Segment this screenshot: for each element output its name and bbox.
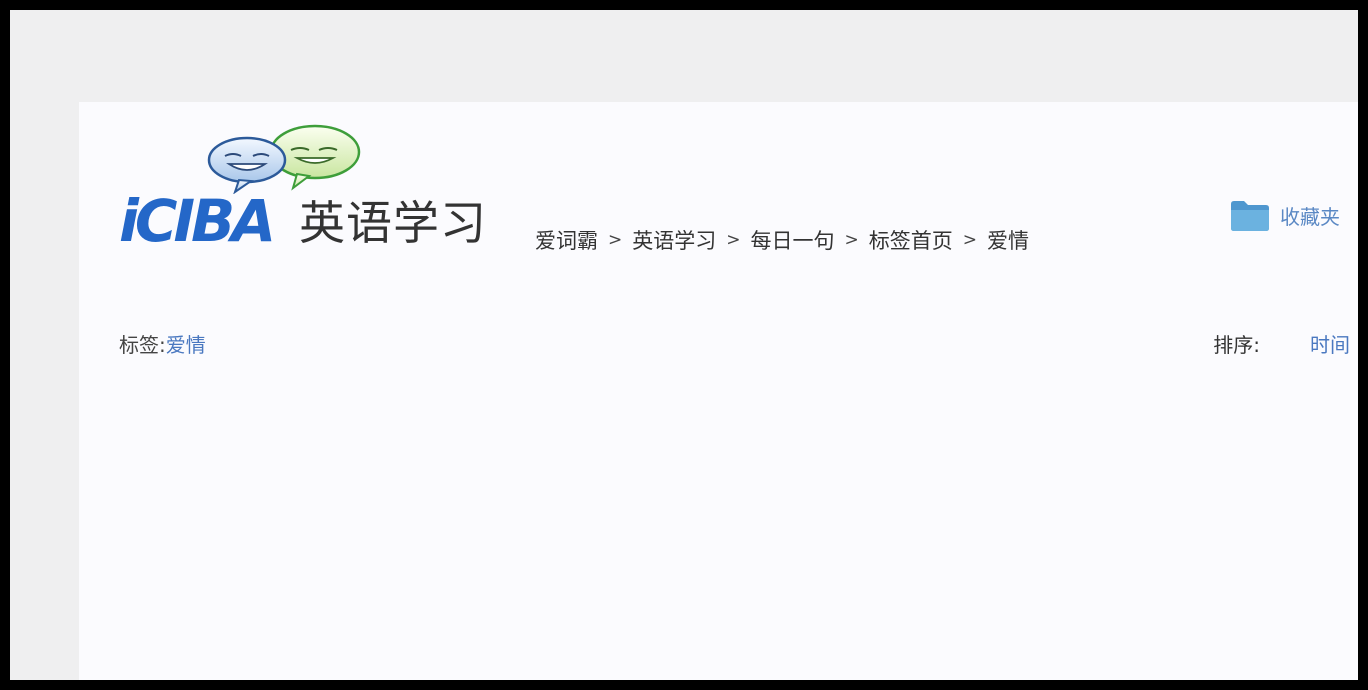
page-content: iCIBA 英语学习 爱词霸 > 英语学习 > 每日一句 > 标签首页 > 爱情… [79, 102, 1358, 680]
logo-subtitle: 英语学习 [299, 196, 487, 250]
tag-label: 标签: [119, 333, 166, 357]
logo[interactable]: iCIBA 英语学习 [119, 120, 509, 260]
breadcrumb-item-iciba[interactable]: 爱词霸 [535, 225, 598, 255]
folder-icon [1231, 201, 1269, 231]
breadcrumb-item-daily-sentence[interactable]: 每日一句 [751, 225, 835, 255]
breadcrumb-item-tag-home[interactable]: 标签首页 [869, 225, 953, 255]
breadcrumb-item-current: 爱情 [987, 229, 1029, 253]
breadcrumb-item-english-learning[interactable]: 英语学习 [632, 225, 716, 255]
sort-by-time-link[interactable]: 时间 [1310, 329, 1350, 358]
breadcrumb: 爱词霸 > 英语学习 > 每日一句 > 标签首页 > 爱情 [535, 225, 1029, 255]
favorites-link[interactable]: 收藏夹 [1230, 198, 1340, 232]
breadcrumb-separator: > [726, 230, 741, 250]
tag-row: 标签:爱情 [119, 329, 206, 358]
tag-value-link[interactable]: 爱情 [166, 333, 206, 357]
sort-label: 排序: [1213, 333, 1260, 357]
screen: iCIBA 英语学习 爱词霸 > 英语学习 > 每日一句 > 标签首页 > 爱情… [10, 10, 1358, 680]
breadcrumb-separator: > [844, 230, 859, 250]
breadcrumb-separator: > [962, 230, 977, 250]
breadcrumb-separator: > [608, 230, 623, 250]
logo-wordmark: iCIBA [119, 187, 276, 255]
chat-bubbles-icon [207, 124, 361, 194]
sort-row: 排序: 时间 [1213, 329, 1350, 358]
favorites-label: 收藏夹 [1280, 204, 1340, 229]
